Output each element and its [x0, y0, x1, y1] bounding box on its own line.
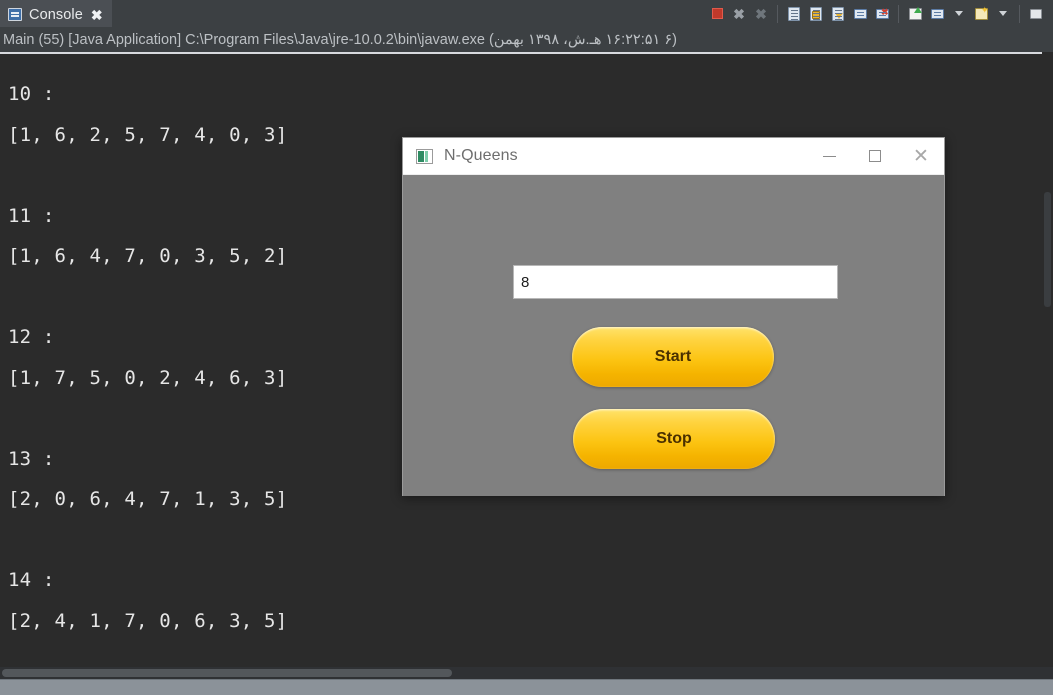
- show-console-error-button[interactable]: ✖: [871, 3, 893, 25]
- remove-launch-button[interactable]: ✖: [728, 3, 750, 25]
- display-console-dropdown[interactable]: [948, 3, 970, 25]
- open-console-button[interactable]: [904, 3, 926, 25]
- console-horizontal-scroll-thumb[interactable]: [2, 669, 452, 677]
- console-launch-header: Main (55) [Java Application] C:\Program …: [0, 27, 1053, 52]
- note-new-icon: [908, 6, 922, 20]
- console-launch-paren-close: ): [672, 31, 677, 48]
- stop-square-icon: [711, 8, 723, 19]
- console-vertical-scroll-thumb[interactable]: [1044, 192, 1051, 307]
- close-button[interactable]: ✕: [898, 138, 944, 175]
- view-menu-button[interactable]: [1025, 3, 1047, 25]
- console-launch-timestamp: ۶ ۱۶:۲۲:۵۱ هـ.ش، ۱۳۹۸ بهمن: [493, 31, 673, 48]
- terminate-button[interactable]: [706, 3, 728, 25]
- maximize-icon: [869, 150, 881, 162]
- display-console-button[interactable]: [926, 3, 948, 25]
- console-launch-label: Main (55) [Java Application] C:\Program …: [3, 31, 494, 48]
- lock-icon: [812, 10, 820, 19]
- speech-bubble-icon: [853, 8, 867, 19]
- console-output-text: 10 : [1, 6, 2, 5, 7, 4, 0, 3] 11 : [1, 6…: [8, 83, 288, 632]
- console-monitor-icon: [8, 8, 22, 21]
- n-queens-window: N-Queens ✕ Start Stop: [402, 137, 945, 496]
- tab-close-icon[interactable]: ✖: [91, 8, 103, 22]
- pin-console-button[interactable]: [805, 3, 827, 25]
- new-console-view-button[interactable]: ✦: [970, 3, 992, 25]
- error-x-icon: ✖: [880, 6, 889, 17]
- console-bubble-icon: [930, 8, 944, 19]
- window-bottom-strip: [0, 679, 1053, 695]
- show-console-output-button[interactable]: [849, 3, 871, 25]
- tab-console-label: Console: [29, 6, 83, 23]
- toolbar-separator-1: [777, 4, 778, 23]
- n-queens-titlebar[interactable]: N-Queens ✕: [403, 138, 944, 175]
- maximize-button[interactable]: [852, 138, 898, 175]
- new-folder-star-icon: ✦: [974, 4, 989, 20]
- console-vertical-scrollbar[interactable]: [1042, 52, 1053, 667]
- java-app-icon: [416, 148, 433, 164]
- n-queens-title: N-Queens: [444, 147, 518, 164]
- minimize-view-icon: [1030, 8, 1042, 19]
- start-button[interactable]: Start: [572, 327, 774, 387]
- star-icon: ✦: [980, 4, 989, 15]
- close-icon: ✕: [913, 145, 929, 167]
- chevron-down-icon: [955, 11, 963, 16]
- arrow-down-icon: [835, 12, 843, 19]
- minimize-icon: [822, 155, 836, 157]
- minimize-button[interactable]: [806, 138, 852, 175]
- speech-bubble-error-icon: ✖: [875, 6, 889, 19]
- document-icon: [788, 6, 800, 21]
- console-toolbar: ✖ ✖ ✖ ✦: [706, 0, 1053, 27]
- document-arrow-icon: [832, 6, 844, 21]
- application-window: Console ✖ ✖ ✖ ✖ ✦ Main (55) [Java Applic…: [0, 0, 1053, 695]
- queens-count-input[interactable]: [513, 265, 838, 299]
- chevron-down-icon: [999, 11, 1007, 16]
- scroll-lock-button[interactable]: [827, 3, 849, 25]
- console-view-topbar: Console ✖ ✖ ✖ ✖ ✦: [0, 0, 1053, 27]
- toolbar-separator-3: [1019, 4, 1020, 23]
- n-queens-body: Start Stop: [403, 175, 944, 496]
- display-selected-console-button[interactable]: [783, 3, 805, 25]
- stop-button[interactable]: Stop: [573, 409, 775, 469]
- close-x-icon: ✖: [733, 5, 745, 22]
- toolbar-separator-2: [898, 4, 899, 23]
- new-console-dropdown[interactable]: [992, 3, 1014, 25]
- remove-all-terminated-button[interactable]: ✖: [750, 3, 772, 25]
- tab-console[interactable]: Console ✖: [0, 0, 112, 27]
- new-green-icon: [913, 6, 922, 13]
- document-lock-icon: [810, 6, 822, 21]
- close-all-x-icon: ✖: [755, 5, 767, 22]
